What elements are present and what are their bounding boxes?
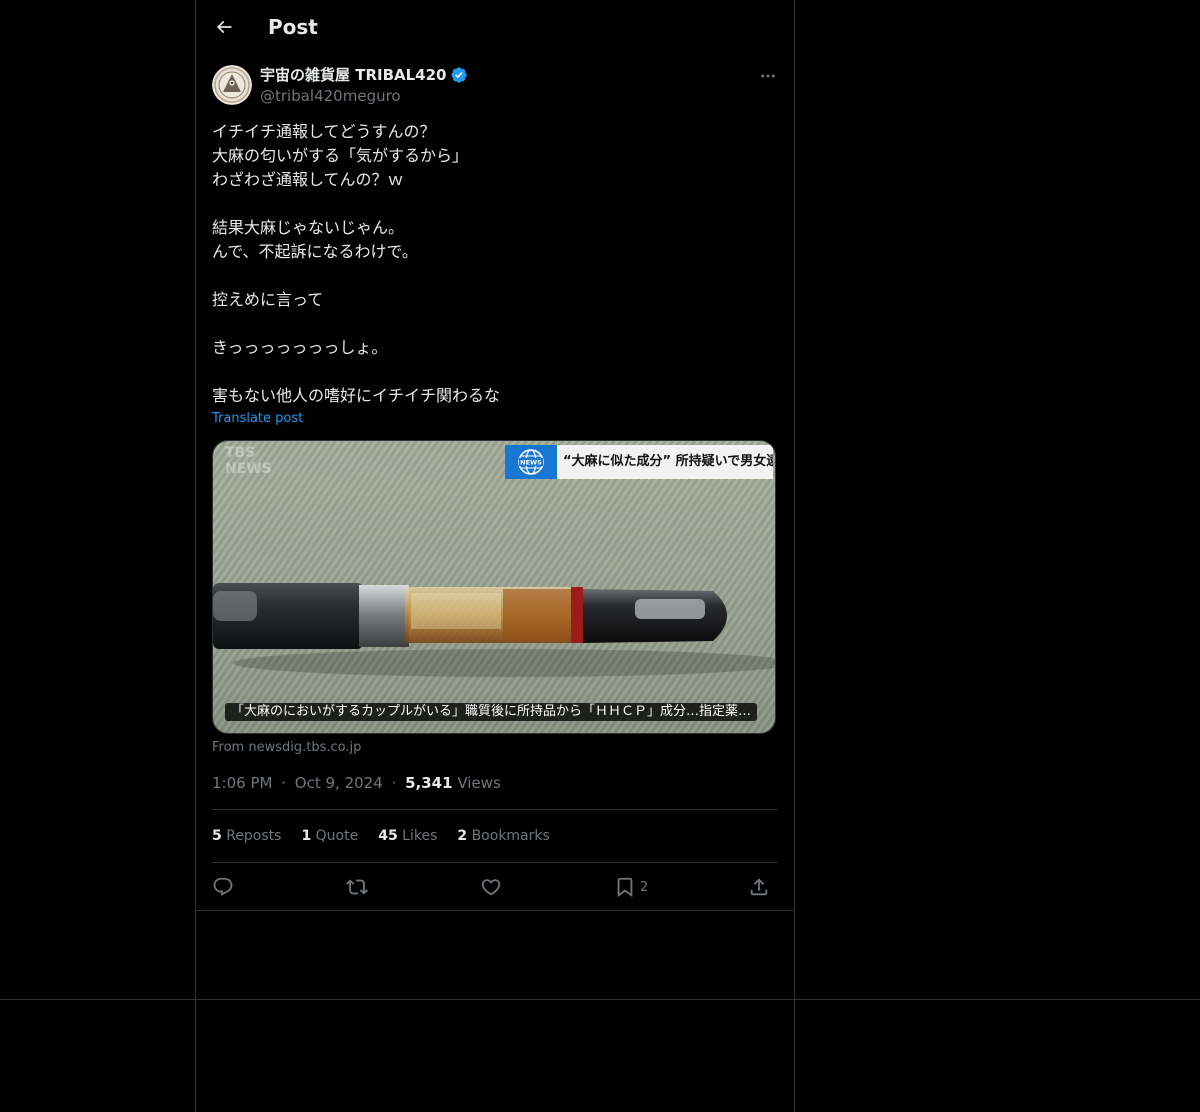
bookmark-icon <box>617 877 633 898</box>
post-text-blank-line <box>212 192 778 216</box>
post-text-line: 控えめに言って <box>212 290 324 309</box>
bookmarks-label: Bookmarks <box>471 828 550 844</box>
likes-stat[interactable]: 45 Likes <box>378 826 437 846</box>
post-text-line: きっっっっっっっしょ。 <box>212 338 388 357</box>
link-card-media[interactable]: TBS NEWS NEWS “大麻に似た成分” 所持疑いで男女逮捕 「大麻のにお… <box>212 440 776 734</box>
stats-top-divider <box>212 809 778 810</box>
post-meta: 1:06 PM · Oct 9, 2024 · 5,341 Views <box>212 773 501 793</box>
repost-icon <box>346 879 368 895</box>
post-bottom-divider <box>196 910 794 911</box>
repost-button[interactable] <box>346 873 368 901</box>
share-icon <box>750 878 768 896</box>
more-horizontal-icon <box>761 74 775 78</box>
post-text-line: わざわざ通報してんの？ｗ <box>212 170 404 189</box>
back-button[interactable] <box>208 11 240 43</box>
tbs-news-watermark: TBS NEWS <box>225 445 272 477</box>
post-column: Post 宇宙の雑貨屋 TRIBAL420 @tribal420meguro イ… <box>196 0 794 1112</box>
post-header: Post <box>196 0 794 53</box>
reposts-count: 5 <box>212 828 222 844</box>
quotes-stat[interactable]: 1 Quote <box>301 826 358 846</box>
meta-separator: · <box>391 774 397 792</box>
views-label: Views <box>457 774 501 792</box>
post-text: イチイチ通報してどうすんの？ 大麻の匂いがする「気がするから」 わざわざ通報して… <box>212 120 778 408</box>
news-headline-banner: “大麻に似た成分” 所持疑いで男女逮捕 <box>557 445 773 479</box>
post-text-blank-line <box>212 312 778 336</box>
meta-separator: · <box>281 774 287 792</box>
reply-button[interactable] <box>212 873 234 901</box>
reposts-stat[interactable]: 5 Reposts <box>212 826 281 846</box>
post-text-line: 害もない他人の嗜好にイチイチ関わるな <box>212 386 501 405</box>
link-source[interactable]: From newsdig.tbs.co.jp <box>212 739 361 757</box>
page-title: Post <box>268 15 318 39</box>
action-bar: 2 <box>212 873 778 901</box>
translate-post-link[interactable]: Translate post <box>212 410 303 428</box>
views-count: 5,341 <box>405 774 453 792</box>
post-time[interactable]: 1:06 PM <box>212 774 272 792</box>
reply-icon <box>213 877 233 896</box>
likes-label: Likes <box>402 828 438 844</box>
likes-count: 45 <box>378 828 398 844</box>
verified-badge-icon <box>450 67 467 83</box>
actions-top-divider <box>212 862 778 863</box>
quotes-label: Quote <box>315 828 359 844</box>
news-photo-vape-cartridge <box>213 441 775 733</box>
bookmarks-count: 2 <box>457 828 468 844</box>
heart-icon <box>481 879 501 896</box>
post-text-line: 大麻の匂いがする「気がするから」 <box>212 146 469 165</box>
post-text-blank-line <box>212 264 778 288</box>
watermark-top: TBS <box>225 445 256 461</box>
bookmark-count: 2 <box>640 879 649 895</box>
logo-label: NEWS <box>520 459 542 467</box>
post-date[interactable]: Oct 9, 2024 <box>295 774 383 792</box>
reposts-label: Reposts <box>226 828 282 844</box>
share-button[interactable] <box>748 873 770 901</box>
avatar[interactable] <box>212 65 252 105</box>
author-display-name: 宇宙の雑貨屋 TRIBAL420 <box>260 66 447 84</box>
more-options-button[interactable] <box>752 64 784 88</box>
arrow-left-icon <box>216 20 232 34</box>
news-globe-logo: NEWS <box>505 445 557 479</box>
author-handle[interactable]: @tribal420meguro <box>260 86 401 106</box>
bookmark-button[interactable]: 2 <box>614 873 648 901</box>
post-text-line: んで、不起訴になるわけで。 <box>212 242 418 261</box>
right-column-border <box>794 0 795 1112</box>
post-text-blank-line <box>212 360 778 384</box>
author-name[interactable]: 宇宙の雑貨屋 TRIBAL420 <box>260 65 468 85</box>
like-button[interactable] <box>480 873 502 901</box>
post-text-line: イチイチ通報してどうすんの？ <box>212 122 436 141</box>
watermark-bottom: NEWS <box>225 461 272 477</box>
globe-icon: NEWS <box>518 449 544 475</box>
post-text-line: 結果大麻じゃないじゃん。 <box>212 218 405 237</box>
engagement-stats: 5 Reposts 1 Quote 45 Likes 2 Bookmarks <box>212 826 550 846</box>
link-card-caption: 「大麻のにおいがするカップルがいる」職質後に所持品から「ＨＨＣＰ」成分…指定薬… <box>225 703 758 721</box>
bookmarks-stat[interactable]: 2 Bookmarks <box>457 826 549 846</box>
quotes-count: 1 <box>301 828 312 844</box>
avatar-image <box>212 65 252 105</box>
